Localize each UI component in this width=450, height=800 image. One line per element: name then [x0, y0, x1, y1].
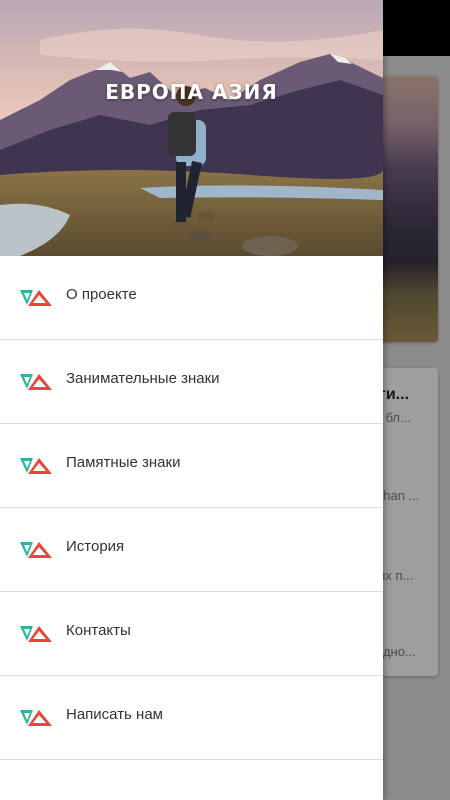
ea-logo-icon [20, 458, 52, 474]
menu-item-label: Занимательные знаки [66, 370, 220, 387]
menu-item-contacts[interactable]: Контакты [0, 592, 383, 676]
menu-item-label: История [66, 538, 125, 555]
menu-item-entertaining-signs[interactable]: Занимательные знаки [0, 340, 383, 424]
menu-item-label: Написать нам [66, 706, 163, 723]
mountain-landscape-image [0, 0, 383, 256]
navigation-drawer: ЕВРОПА АЗИЯ О проекте Занимательные знак… [0, 0, 383, 800]
ea-logo-icon [20, 374, 52, 390]
menu-item-memorial-signs[interactable]: Памятные знаки [0, 424, 383, 508]
menu-item-write-us[interactable]: Написать нам [0, 676, 383, 760]
brand-title: ЕВРОПА АЗИЯ [105, 80, 278, 104]
ea-logo-icon [20, 542, 52, 558]
ea-logo-icon [20, 626, 52, 642]
menu-item-label: О проекте [66, 286, 137, 303]
ea-logo-icon [20, 710, 52, 726]
menu-item-about[interactable]: О проекте [0, 256, 383, 340]
menu-item-label: Контакты [66, 622, 131, 639]
ea-logo-icon [20, 290, 52, 306]
menu-item-label: Памятные знаки [66, 454, 181, 471]
drawer-header-image: ЕВРОПА АЗИЯ [0, 0, 383, 256]
menu-item-history[interactable]: История [0, 508, 383, 592]
drawer-menu: О проекте Занимательные знаки Памятные з… [0, 256, 383, 760]
drawer-scrim[interactable] [383, 56, 450, 800]
